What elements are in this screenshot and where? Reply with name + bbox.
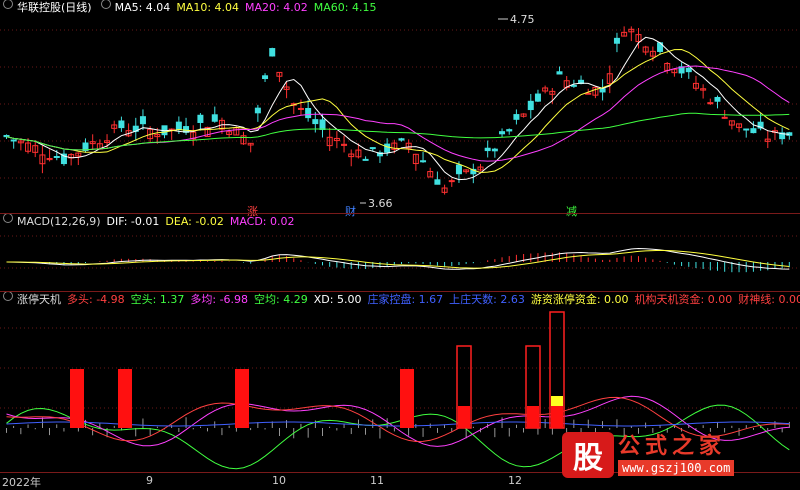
- x-tick-label: 12: [508, 474, 522, 487]
- candle-body: [3, 134, 10, 138]
- candle-body: [484, 147, 491, 152]
- x-tick-label: 9: [146, 474, 153, 487]
- dea-value: DEA: -0.02: [165, 215, 224, 228]
- dif-value: DIF: -0.01: [106, 215, 160, 228]
- candle-body: [175, 121, 182, 130]
- shangzhuang-value: 上庄天数: 2.63: [449, 293, 525, 306]
- candle-body: [448, 180, 455, 183]
- limit-up-bar: [70, 369, 84, 428]
- tianji-legend: 涨停天机 多头: -4.98 空头: 1.37 多均: -6.98 空均: 4.…: [0, 291, 800, 308]
- stock-title: 华联控股(日线): [17, 1, 92, 14]
- stock-chart[interactable]: 4.75 3.66: [0, 0, 800, 488]
- candle-body: [10, 139, 17, 142]
- kongtou-value: 空头: 1.37: [130, 293, 185, 306]
- panel-divider: [0, 213, 800, 214]
- candle-body: [53, 156, 60, 159]
- candle-body: [434, 179, 441, 185]
- limit-up-bar: [118, 369, 132, 428]
- candle-body: [743, 128, 750, 131]
- event-marker-jian[interactable]: 减: [566, 203, 577, 219]
- candle-body: [420, 160, 427, 163]
- ma20-line: [6, 65, 790, 162]
- candle-body: [707, 102, 714, 105]
- candle-body: [570, 84, 577, 87]
- duotou-value: 多头: -4.98: [67, 293, 125, 306]
- ma5-value: MA5: 4.04: [114, 1, 171, 14]
- event-marker-zhang[interactable]: 涨: [247, 203, 258, 219]
- candle-body: [369, 147, 376, 150]
- candle-body: [499, 131, 506, 135]
- candle-body: [319, 119, 326, 130]
- candle-body: [455, 164, 462, 175]
- candle-body: [139, 116, 146, 125]
- candle-body: [254, 107, 261, 114]
- candle-body: [721, 116, 728, 119]
- macd-value: MACD: 0.02: [229, 215, 295, 228]
- candle-body: [714, 96, 721, 102]
- ma20-value: MA20: 4.02: [245, 1, 308, 14]
- candle-body: [556, 71, 563, 75]
- candle-body: [534, 93, 541, 102]
- candle-body: [750, 128, 757, 134]
- candle-body: [384, 143, 391, 153]
- watermark-title: 公式之家: [618, 434, 727, 459]
- candle-body: [211, 114, 218, 122]
- candle-body: [527, 100, 534, 111]
- capital-bar: [527, 406, 539, 428]
- duojun-value: 多均: -6.98: [190, 293, 249, 306]
- gear-icon[interactable]: [3, 291, 13, 301]
- ma5-line: [6, 36, 790, 181]
- caishen-value: 财神线: 0.00: [738, 293, 800, 306]
- candle-body: [599, 88, 606, 93]
- candle-body: [305, 107, 312, 119]
- macd-indicator: [6, 247, 790, 273]
- candle-body: [197, 114, 204, 123]
- ma10-value: MA10: 4.04: [176, 1, 240, 14]
- dea-line: [6, 249, 790, 269]
- capital-bar: [551, 406, 563, 428]
- logo-icon: 股: [562, 432, 614, 478]
- site-watermark: 股 公式之家 www.gszj100.com: [562, 430, 800, 480]
- candlestick-series: [3, 26, 793, 195]
- kongjun-value: 空均: 4.29: [254, 293, 308, 306]
- gear-icon[interactable]: [3, 213, 13, 223]
- candle-body: [491, 148, 498, 152]
- candle-body: [362, 158, 369, 161]
- gear-icon[interactable]: [100, 0, 111, 9]
- tianji-title: 涨停天机: [17, 293, 61, 306]
- candle-body: [262, 75, 269, 80]
- candle-body: [269, 48, 276, 57]
- low-price-label: 3.66: [368, 197, 393, 210]
- jigou-value: 机构天机资金: 0.00: [634, 293, 733, 306]
- candle-body: [297, 107, 304, 110]
- capital-bar: [458, 406, 470, 428]
- ma60-value: MA60: 4.15: [313, 1, 377, 14]
- youzi-value: 游资涨停资金: 0.00: [530, 293, 629, 306]
- dif-line: [6, 247, 790, 270]
- candle-body: [506, 129, 513, 132]
- xd-value: XD: 5.00: [313, 293, 362, 306]
- hot-money-bar: [551, 396, 563, 406]
- ma10-line: [6, 48, 790, 174]
- candle-body: [118, 120, 125, 129]
- candle-body: [398, 138, 405, 141]
- gear-icon[interactable]: [3, 0, 13, 9]
- x-tick-label: 11: [370, 474, 384, 487]
- candle-body: [613, 37, 620, 44]
- macd-title: MACD(12,26,9): [17, 215, 101, 228]
- high-price-label: 4.75: [510, 13, 535, 26]
- event-marker-cai[interactable]: 财: [345, 203, 356, 219]
- candle-body: [312, 119, 319, 125]
- x-tick-label: 10: [272, 474, 286, 487]
- zhuangjia-value: 庄家控盘: 1.67: [367, 293, 444, 306]
- candle-body: [685, 67, 692, 73]
- panel-divider: [0, 291, 800, 292]
- moving-average-lines: [6, 36, 790, 181]
- candle-body: [513, 114, 520, 120]
- limit-up-bar: [235, 369, 249, 428]
- candle-body: [585, 92, 592, 95]
- watermark-url: www.gszj100.com: [618, 460, 735, 476]
- limit-up-bar: [400, 369, 414, 428]
- main-chart-legend: 华联控股(日线) MA5: 4.04 MA10: 4.04 MA20: 4.02…: [0, 0, 382, 16]
